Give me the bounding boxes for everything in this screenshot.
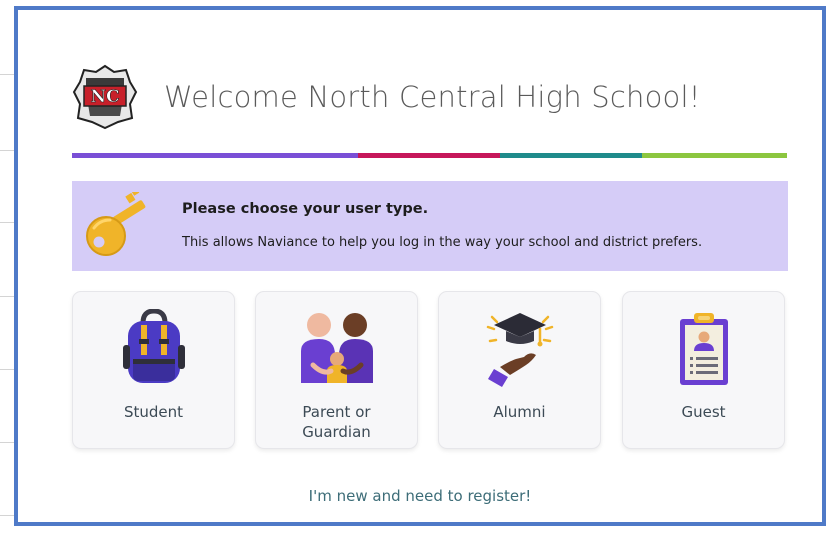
alumni-card[interactable]: Alumni: [438, 291, 601, 449]
student-card[interactable]: Student: [72, 291, 235, 449]
family-icon: [300, 313, 373, 383]
color-stripe: [72, 153, 787, 158]
parent-guardian-label: Parent or Guardian: [302, 403, 371, 441]
notice-title: Please choose your user type.: [182, 201, 429, 217]
page-title: Welcome North Central High School!: [164, 80, 701, 114]
background-page-edge: [0, 0, 14, 535]
parent-guardian-card[interactable]: Parent or Guardian: [255, 291, 418, 449]
school-crest-icon: NC: [72, 64, 138, 130]
backpack-icon: [122, 309, 185, 383]
dialog-header: NC Welcome North Central High School!: [72, 62, 701, 132]
graduation-cap-icon: [486, 313, 553, 387]
student-label: Student: [123, 403, 184, 421]
notice-description: This allows Naviance to help you log in …: [182, 235, 703, 250]
guest-label: Guest: [681, 403, 726, 421]
user-type-notice: Please choose your user type. This allow…: [72, 181, 788, 271]
svg-text:NC: NC: [90, 87, 119, 107]
register-link[interactable]: I'm new and need to register!: [18, 487, 822, 505]
guest-card[interactable]: Guest: [622, 291, 785, 449]
key-icon: [86, 192, 146, 256]
clipboard-icon: [679, 313, 728, 385]
login-dialog: NC Welcome North Central High School! Pl…: [14, 6, 826, 526]
alumni-label: Alumni: [493, 403, 546, 421]
